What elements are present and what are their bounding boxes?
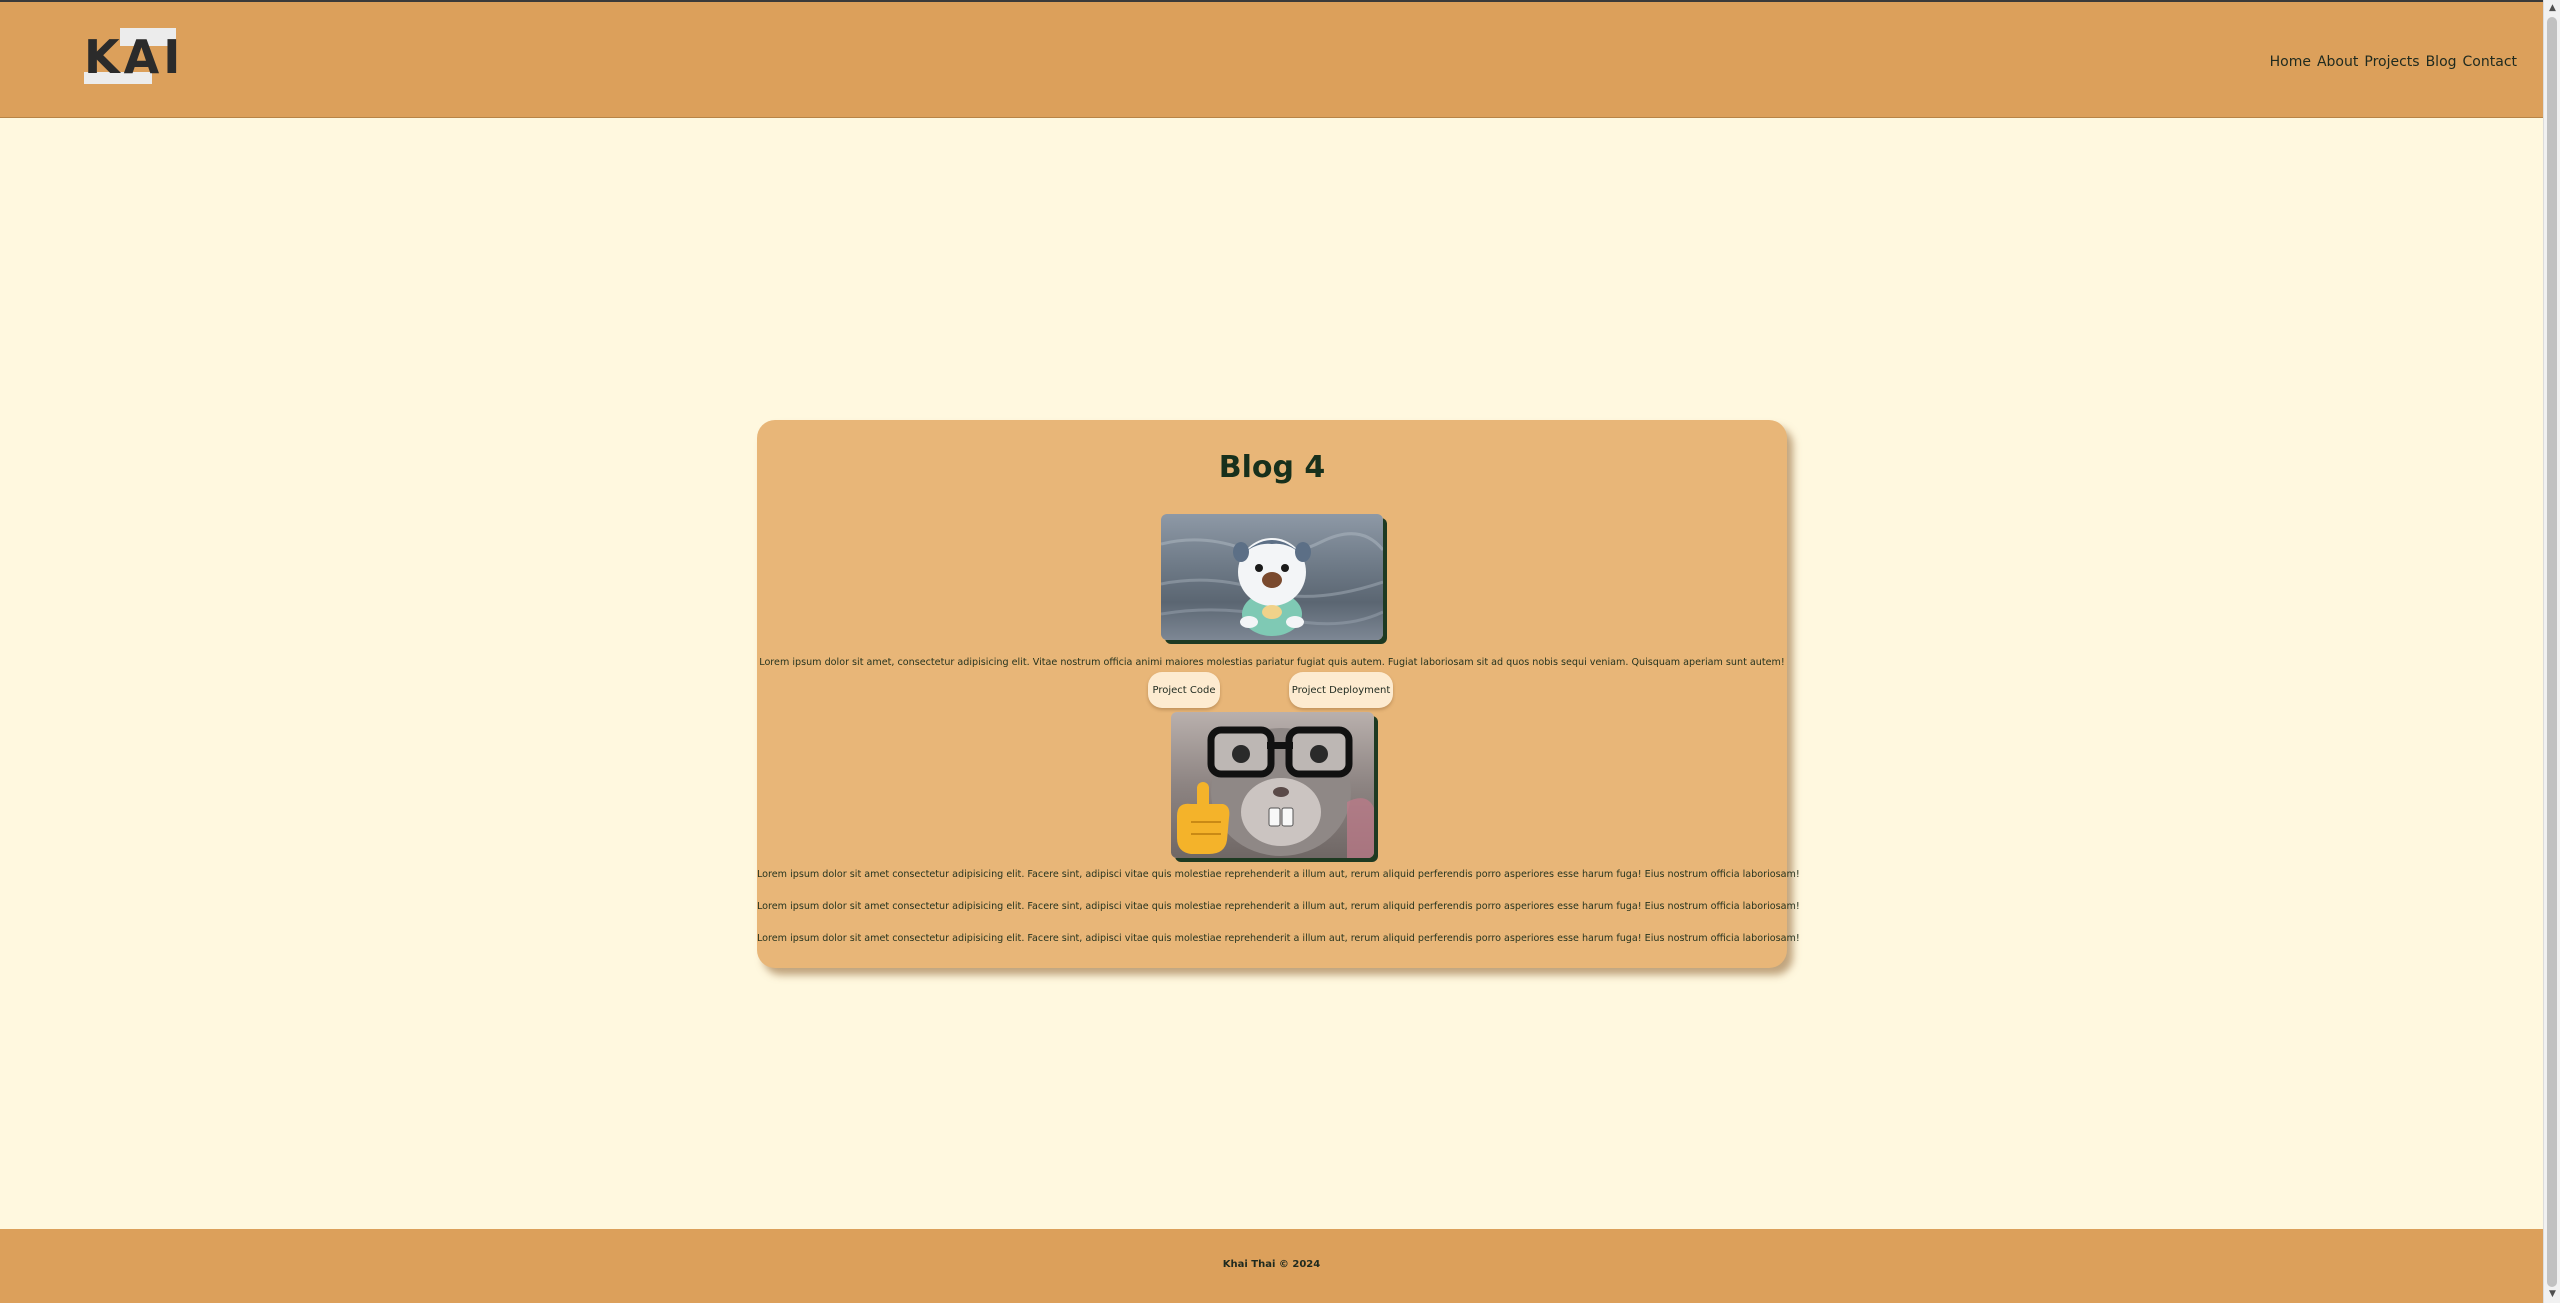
blog-title: Blog 4 — [1218, 450, 1326, 485]
main-nav: Home About Projects Blog Contact — [2270, 54, 2517, 70]
nav-projects[interactable]: Projects — [2364, 54, 2419, 70]
blog-paragraph-1: Lorem ipsum dolor sit amet consectetur a… — [757, 869, 1800, 880]
vertical-scrollbar[interactable]: ▲ ▼ — [2543, 0, 2560, 1303]
blog-paragraph-2: Lorem ipsum dolor sit amet consectetur a… — [757, 901, 1800, 912]
scroll-thumb[interactable] — [2547, 17, 2557, 1287]
project-code-button[interactable]: Project Code — [1148, 672, 1220, 708]
scroll-down-icon[interactable]: ▼ — [2544, 1286, 2560, 1303]
logo-text: KAI — [84, 30, 185, 84]
site-footer: Khai Thai © 2024 — [0, 1229, 2543, 1303]
blog-paragraph-3: Lorem ipsum dolor sit amet consectetur a… — [757, 933, 1800, 944]
nav-contact[interactable]: Contact — [2463, 54, 2517, 70]
logo[interactable]: KAI — [84, 28, 180, 86]
scroll-up-icon[interactable]: ▲ — [2544, 0, 2560, 17]
blog-image-otter — [1161, 514, 1383, 640]
cat-with-glasses-image — [1177, 726, 1374, 858]
blog-card: Blog 4 Lorem ipsum dolor sit amet, conse… — [757, 420, 1800, 968]
project-deployment-button[interactable]: Project Deployment — [1289, 672, 1393, 708]
nav-about[interactable]: About — [2317, 54, 2358, 70]
footer-copyright: Khai Thai © 2024 — [1222, 1259, 1321, 1270]
otter-pokemon-image — [1161, 532, 1383, 636]
blog-intro-text: Lorem ipsum dolor sit amet, consectetur … — [759, 657, 1785, 668]
site-header: KAI Home About Projects Blog Contact — [0, 0, 2543, 118]
blog-image-cat — [1171, 712, 1374, 858]
nav-blog[interactable]: Blog — [2426, 54, 2457, 70]
page: KAI Home About Projects Blog Contact Blo… — [0, 0, 2543, 1303]
nav-home[interactable]: Home — [2270, 54, 2311, 70]
